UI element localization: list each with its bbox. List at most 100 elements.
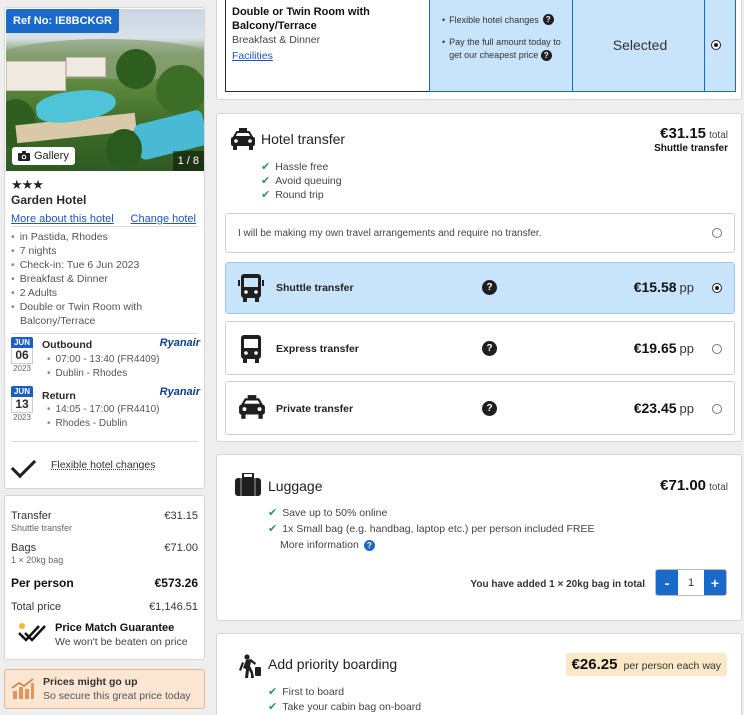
hotel-photo[interactable]: Ref No: IE8BCKGR Gallery 1 / 8 [6, 9, 204, 171]
price-unit: pp [679, 341, 694, 356]
total-label: Total price [11, 601, 62, 613]
priority-price-badge: €26.25 per person each way [565, 653, 727, 676]
increase-button[interactable]: + [704, 570, 726, 595]
option-price-value: €19.65 [633, 340, 677, 356]
selected-rate-panel[interactable]: • Flexible hotel changes ? • Pay the full… [429, 0, 736, 92]
perk-item: ✔ Hassle free [261, 160, 329, 174]
gallery-button[interactable]: Gallery [12, 147, 75, 165]
help-icon[interactable]: ? [363, 539, 375, 551]
return-date-tile: JUN 13 2023 [11, 386, 33, 422]
bus-icon [238, 274, 264, 302]
bus-icon [241, 335, 261, 363]
perk-item: ✔ Save up to 50% online [268, 506, 387, 520]
flexible-hotel-changes[interactable]: Flexible hotel changes [11, 453, 155, 477]
date-month: JUN [11, 386, 33, 397]
more-information-label[interactable]: More information [280, 539, 359, 551]
divider [11, 441, 198, 442]
facilities-link[interactable]: Facilities [232, 50, 273, 62]
camera-icon [18, 151, 30, 161]
bags-added-text: You have added 1 × 20kg bag in total [470, 579, 645, 590]
option-price-value: €23.45 [633, 400, 677, 416]
option-price-value: €15.58 [633, 279, 677, 295]
flight-route: Dublin - Rhodes [47, 368, 128, 379]
section-title: Add priority boarding [268, 656, 398, 672]
check-icon: ✔ [268, 523, 278, 535]
no-transfer-option[interactable]: I will be making my own travel arrangeme… [225, 213, 735, 253]
outbound-date-tile: JUN 06 2023 [11, 337, 33, 373]
booking-details-list: in Pastida, Rhodes 7 nights Check-in: Tu… [11, 230, 161, 328]
room-selection-card: Double or Twin Room with Balcony/Terrace… [216, 0, 742, 100]
detail-checkin: Check-in: Tue 6 Jun 2023 [11, 258, 161, 272]
bags-label: Bags [11, 542, 37, 554]
no-transfer-label: I will be making my own travel arrangeme… [238, 228, 542, 239]
private-transfer-option[interactable]: Private transfer ? €23.45 pp [225, 381, 735, 435]
detail-room: Double or Twin Room with Balcony/Terrace [11, 300, 161, 328]
express-radio[interactable] [712, 344, 722, 354]
perk-label: Avoid queuing [275, 174, 342, 187]
more-about-hotel-link[interactable]: More about this hotel [11, 213, 114, 225]
divider [572, 0, 573, 91]
section-title: Hotel transfer [261, 131, 346, 147]
perk-label: 1x Small bag (e.g. handbag, laptop etc.)… [282, 522, 595, 535]
priority-price: €26.25 [571, 656, 618, 673]
guarantee-title: Price Match Guarantee [55, 622, 175, 634]
perk-item: ✔ Round trip [261, 188, 324, 202]
help-icon[interactable]: ? [542, 14, 554, 25]
shuttle-transfer-option[interactable]: Shuttle transfer ? €15.58 pp [225, 262, 735, 314]
date-year: 2023 [13, 364, 31, 373]
hotel-transfer-card: Hotel transfer €31.15 total Shuttle tran… [216, 113, 742, 442]
reference-number-badge: Ref No: IE8BCKGR [6, 9, 120, 33]
no-transfer-radio[interactable] [712, 228, 722, 238]
decrease-button[interactable]: - [656, 570, 678, 595]
luggage-card: Luggage €71.00 total ✔ Save up to 50% onl… [216, 454, 742, 621]
luggage-total-price: €71.00 [660, 477, 707, 494]
perk-item: ✔ Take your cabin bag on-board [268, 700, 421, 714]
divider [11, 333, 198, 334]
divider [11, 226, 198, 227]
flight-direction: Outbound [42, 339, 93, 351]
airline-logo: Ryanair [159, 386, 200, 398]
perk-item: ✔ Avoid queuing [261, 174, 342, 188]
bags-value: €71.00 [164, 542, 198, 554]
benefit-flexible: • Flexible hotel changes ? [442, 14, 554, 25]
taxi-icon [239, 395, 265, 419]
transfer-total: €31.15 total Shuttle transfer [654, 125, 728, 154]
check-icon: ✔ [261, 189, 271, 201]
selected-label: Selected [612, 37, 668, 53]
gallery-label: Gallery [34, 150, 69, 162]
date-year: 2023 [13, 413, 31, 422]
bag-quantity-stepper[interactable]: - 1 + [655, 569, 727, 596]
change-hotel-link[interactable]: Change hotel [131, 213, 196, 225]
detail-guests: 2 Adults [11, 286, 161, 300]
perk-item: ✔ First to board [268, 685, 344, 699]
checkmark-icon [11, 453, 41, 477]
price-unit: pp [679, 401, 694, 416]
quantity-value[interactable]: 1 [678, 570, 704, 595]
return-flight: JUN 13 2023 Return Ryanair 14:05 - 17:00… [11, 386, 200, 429]
price-match-guarantee: Price Match Guarantee We won't be beaten… [17, 622, 188, 648]
perk-label: Hassle free [275, 160, 329, 173]
help-icon[interactable]: ? [482, 401, 497, 416]
warning-text: So secure this great price today [43, 690, 191, 702]
express-transfer-option[interactable]: Express transfer ? €19.65 pp [225, 321, 735, 375]
bags-row: Bags €71.00 [11, 542, 198, 554]
help-icon[interactable]: ? [482, 280, 497, 295]
walking-traveler-icon [239, 654, 261, 678]
shuttle-radio-selected[interactable] [712, 283, 722, 293]
private-radio[interactable] [712, 404, 722, 414]
more-information[interactable]: More information ? [280, 539, 375, 551]
option-label: Express transfer [276, 343, 359, 355]
room-radio-selected[interactable] [711, 40, 721, 50]
help-icon[interactable]: ? [482, 341, 497, 356]
price-warning-banner: Prices might go up So secure this great … [4, 669, 205, 709]
per-person-label: Per person [11, 576, 74, 590]
option-label: Private transfer [276, 403, 354, 415]
room-option[interactable]: Double or Twin Room with Balcony/Terrace… [225, 0, 736, 92]
outbound-flight: JUN 06 2023 Outbound Ryanair 07:00 - 13:… [11, 337, 200, 379]
guarantee-text: We won't be beaten on price [55, 636, 188, 648]
check-icon: ✔ [268, 686, 278, 698]
price-summary-card: Transfer €31.15 Shuttle transfer Bags €7… [4, 495, 205, 660]
per-person-row: Per person €573.26 [11, 576, 198, 590]
help-icon[interactable]: ? [540, 50, 552, 61]
transfer-label: Transfer [11, 510, 52, 522]
